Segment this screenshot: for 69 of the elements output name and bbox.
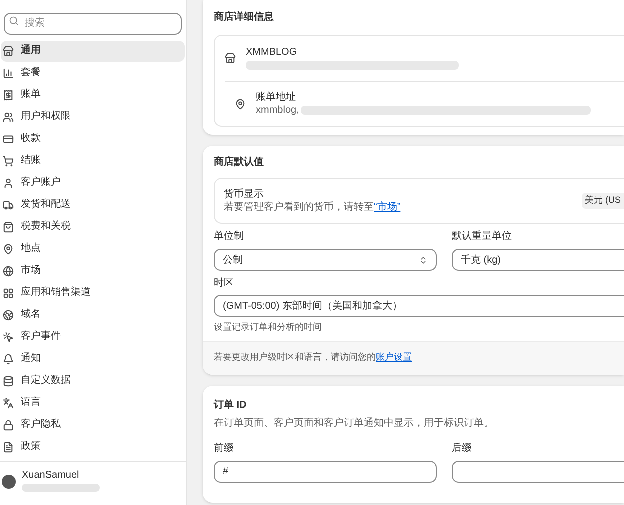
receipt-icon bbox=[3, 90, 14, 100]
store-icon bbox=[225, 53, 236, 64]
lock-icon bbox=[3, 420, 14, 430]
sidebar-item[interactable]: 收款 bbox=[1, 128, 185, 150]
map-pin-icon bbox=[3, 244, 14, 254]
map-pin-icon bbox=[235, 98, 246, 110]
detail-title: XMMBLOG bbox=[246, 48, 298, 58]
sidebar-item[interactable]: 账单 bbox=[1, 84, 185, 106]
user-icon bbox=[3, 178, 14, 188]
sidebar-item[interactable]: 政策 bbox=[1, 436, 185, 458]
cart-icon bbox=[3, 156, 14, 166]
markets-link[interactable]: “市场” bbox=[374, 202, 401, 212]
field-label: 前缀 bbox=[214, 442, 235, 456]
grid-icon bbox=[3, 288, 14, 298]
card-title: 订单 ID bbox=[214, 398, 248, 412]
detail-value: xmmblog, bbox=[256, 106, 300, 116]
detail-title: 账单地址 bbox=[256, 92, 297, 102]
sidebar-item[interactable]: 应用和销售渠道 bbox=[1, 282, 185, 304]
currency-title: 货币显示 bbox=[224, 190, 265, 200]
input-field[interactable]: # bbox=[214, 460, 437, 482]
chevron-icon bbox=[419, 256, 428, 264]
bar-chart-icon bbox=[3, 68, 14, 78]
field-label: 单位制 bbox=[214, 230, 245, 244]
sidebar-item[interactable]: 市场 bbox=[1, 260, 185, 282]
search-icon bbox=[9, 16, 19, 26]
sidebar-item[interactable]: 语言 bbox=[1, 392, 185, 414]
card-title: 商店详细信息 bbox=[214, 10, 275, 25]
sidebar-item[interactable]: 客户账户 bbox=[1, 172, 185, 194]
sidebar-item[interactable]: 客户事件 bbox=[1, 326, 185, 348]
field-label: 默认重量单位 bbox=[452, 230, 513, 244]
card-icon bbox=[3, 134, 14, 144]
users-icon bbox=[3, 112, 14, 122]
sidebar-item[interactable]: 自定义数据 bbox=[1, 370, 185, 392]
currency-description: 若要管理客户看到的货币，请转至“市场” bbox=[224, 202, 401, 212]
sidebar-item[interactable]: 发货和配送 bbox=[1, 194, 185, 216]
sidebar-item[interactable]: 域名 bbox=[1, 304, 185, 326]
weight-select[interactable]: 千克 (kg) bbox=[452, 249, 624, 271]
search-field[interactable]: 搜索 bbox=[4, 12, 182, 34]
card-description: 在订单页面、客户页面和客户订单通知中显示，用于标识订单。 bbox=[214, 416, 495, 430]
sidebar-item[interactable]: 税费和关税 bbox=[1, 216, 185, 238]
store-icon bbox=[3, 46, 14, 56]
sidebar-item[interactable]: 通知 bbox=[1, 348, 185, 370]
sidebar-item[interactable]: 通用 bbox=[1, 40, 185, 62]
pointer-icon bbox=[3, 332, 14, 342]
unit-select[interactable]: 公制 bbox=[214, 249, 437, 271]
help-text: 设置记录订单和分析的时间 bbox=[214, 321, 323, 334]
field-label: 时区 bbox=[214, 276, 235, 291]
bag-icon bbox=[3, 222, 14, 232]
sidebar-item[interactable]: 地点 bbox=[1, 238, 185, 260]
globe-icon bbox=[3, 310, 14, 320]
bell-icon bbox=[3, 354, 14, 364]
user-name: XuanSamuel bbox=[22, 471, 80, 481]
globe-icon bbox=[3, 266, 14, 276]
account-settings-link[interactable]: 账户设置 bbox=[376, 352, 412, 362]
truck-icon bbox=[3, 200, 14, 210]
sidebar-item[interactable]: 客户隐私 bbox=[1, 414, 185, 436]
card-title: 商店默认值 bbox=[214, 155, 265, 170]
avatar bbox=[2, 474, 16, 488]
input-field[interactable] bbox=[452, 460, 624, 482]
footer-text: 若要更改用户级时区和语言，请访问您的账户设置 bbox=[214, 351, 412, 364]
sidebar-item[interactable]: 套餐 bbox=[1, 62, 185, 84]
timezone-select[interactable]: (GMT-05:00) 东部时间（美国和加拿大） bbox=[214, 295, 624, 317]
sidebar-item[interactable]: 用户和权限 bbox=[1, 106, 185, 128]
sidebar-item[interactable]: 结账 bbox=[1, 150, 185, 172]
database-icon bbox=[3, 376, 14, 386]
document-icon bbox=[3, 442, 14, 452]
language-icon bbox=[3, 398, 14, 408]
field-label: 后缀 bbox=[452, 442, 473, 456]
currency-value: 美元 (US bbox=[582, 193, 624, 209]
